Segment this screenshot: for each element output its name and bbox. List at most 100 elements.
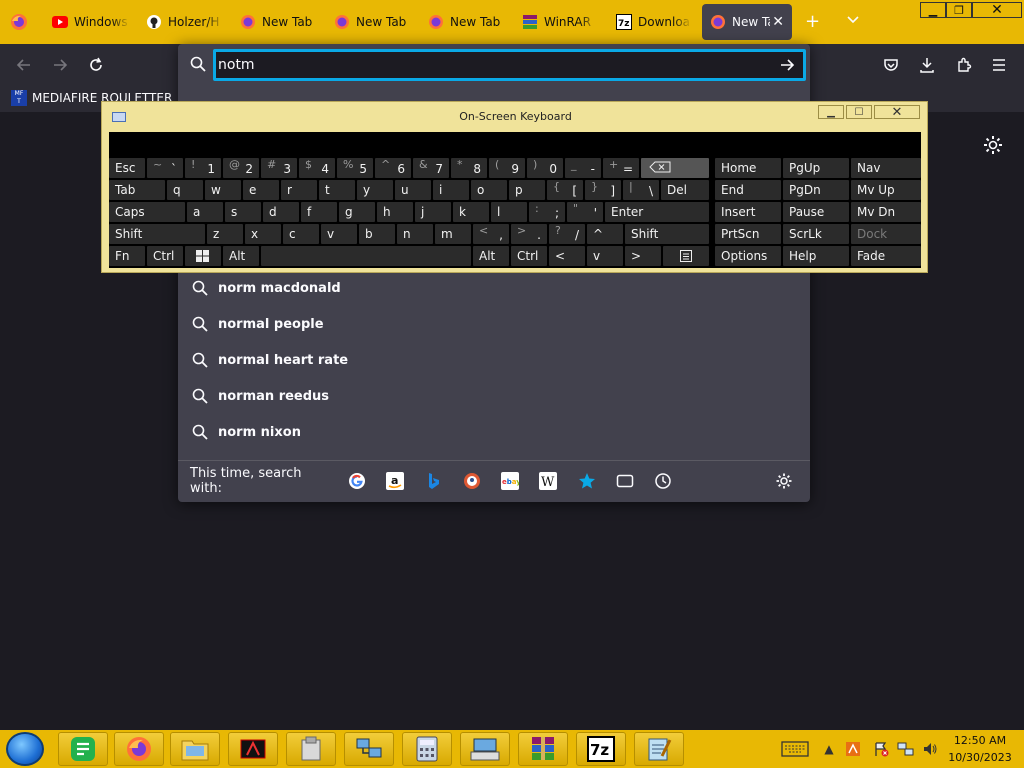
osk-key[interactable]: _ - — [565, 158, 601, 178]
osk-key[interactable]: k — [453, 202, 489, 222]
osk-key[interactable]: g — [339, 202, 375, 222]
forward-arrow-icon[interactable] — [47, 52, 73, 78]
tab[interactable]: WinRAR — [522, 4, 598, 40]
amazon-icon[interactable]: a — [383, 468, 407, 494]
osk-key[interactable]: v — [321, 224, 357, 244]
osk-close-button[interactable]: ✕ — [874, 105, 920, 120]
taskbar-app-keyboard[interactable] — [460, 732, 510, 766]
osk-key[interactable]: @2 — [223, 158, 259, 178]
taskbar-app-archive[interactable] — [286, 732, 336, 766]
osk-key[interactable]: Caps — [109, 202, 185, 222]
osk-key-space[interactable] — [261, 246, 471, 266]
osk-nav-key[interactable]: PrtScn — [715, 224, 781, 244]
osk-nav-key[interactable]: Options — [715, 246, 781, 266]
osk-key[interactable]: ^ 6 — [375, 158, 411, 178]
extensions-icon[interactable] — [951, 52, 977, 78]
pocket-icon[interactable] — [878, 52, 904, 78]
osk-key[interactable]: t — [319, 180, 355, 200]
osk-key[interactable]: b — [359, 224, 395, 244]
taskbar-clock[interactable]: 12:50 AM 10/30/2023 — [940, 732, 1020, 766]
osk-nav-key[interactable]: Nav — [851, 158, 921, 178]
osk-key[interactable]: i — [433, 180, 469, 200]
osk-key[interactable]: :; — [529, 202, 565, 222]
osk-key[interactable]: Alt — [473, 246, 509, 266]
osk-key[interactable]: (9 — [489, 158, 525, 178]
osk-key[interactable]: n — [397, 224, 433, 244]
history-clock-icon[interactable] — [651, 468, 675, 494]
search-settings-gear-icon[interactable] — [772, 468, 796, 494]
volume-speaker-icon[interactable] — [921, 740, 939, 758]
bookmarks-star-icon[interactable] — [574, 468, 598, 494]
new-tab-icon[interactable]: + — [805, 11, 820, 32]
restore-window-button[interactable]: ❐ — [946, 2, 972, 18]
osk-key[interactable]: ^ — [587, 224, 623, 244]
osk-key[interactable]: > — [625, 246, 661, 266]
osk-key[interactable]: j — [415, 202, 451, 222]
back-arrow-icon[interactable] — [11, 52, 37, 78]
urlbar-input[interactable] — [216, 57, 756, 73]
taskbar-app-7zip[interactable]: 7z — [576, 732, 626, 766]
osk-key[interactable]: ~ ` — [147, 158, 183, 178]
close-tab-icon[interactable]: ✕ — [772, 14, 784, 30]
osk-key[interactable]: z — [207, 224, 243, 244]
osk-key[interactable]: ? / — [549, 224, 585, 244]
osk-key[interactable]: Esc — [109, 158, 145, 178]
osk-nav-key[interactable]: ScrLk — [783, 224, 849, 244]
network-status-icon[interactable] — [897, 740, 915, 758]
osk-key[interactable]: | \ — [623, 180, 659, 200]
tab[interactable]: Windows — [52, 4, 130, 40]
osk-nav-key[interactable]: PgDn — [783, 180, 849, 200]
suggestion-row[interactable]: normal heart rate — [178, 342, 810, 378]
osk-key[interactable]: s — [225, 202, 261, 222]
osk-key[interactable]: o — [471, 180, 507, 200]
osk-key[interactable]: " ' — [567, 202, 603, 222]
start-orb-icon[interactable] — [6, 732, 44, 766]
osk-key[interactable]: d — [263, 202, 299, 222]
osk-key[interactable]: {[ — [547, 180, 583, 200]
osk-key[interactable]: l — [491, 202, 527, 222]
osk-minimize-button[interactable]: ▁ — [818, 105, 844, 119]
osk-key[interactable]: Alt — [223, 246, 259, 266]
osk-key[interactable]: >. — [511, 224, 547, 244]
touch-keyboard-icon[interactable] — [780, 740, 810, 758]
show-hidden-icons-icon[interactable]: ▲ — [820, 740, 838, 758]
osk-key[interactable]: ) 0 — [527, 158, 563, 178]
osk-key[interactable]: m — [435, 224, 471, 244]
gear-icon[interactable] — [982, 134, 1004, 156]
osk-key-windows[interactable] — [185, 246, 221, 266]
osk-key[interactable]: Del — [661, 180, 709, 200]
osk-nav-key[interactable]: Help — [783, 246, 849, 266]
suggestion-row[interactable]: norm macdonald — [178, 270, 810, 306]
osk-key[interactable]: c — [283, 224, 319, 244]
osk-key[interactable]: Ctrl — [147, 246, 183, 266]
wikipedia-icon[interactable]: W — [536, 468, 560, 494]
osk-key[interactable]: Ctrl — [511, 246, 547, 266]
osk-nav-key[interactable]: Insert — [715, 202, 781, 222]
suggestion-row[interactable]: norm nixon — [178, 414, 810, 450]
osk-key[interactable]: Fn — [109, 246, 145, 266]
taskbar-app-network[interactable] — [344, 732, 394, 766]
taskbar-app-notes[interactable] — [58, 732, 108, 766]
osk-key[interactable]: u — [395, 180, 431, 200]
osk-key[interactable]: #3 — [261, 158, 297, 178]
osk-key[interactable]: y — [357, 180, 393, 200]
osk-key[interactable]: % 5 — [337, 158, 373, 178]
tab[interactable]: 7z Downloa — [616, 4, 692, 40]
tab-active[interactable]: New Ta ✕ — [702, 4, 792, 40]
osk-key[interactable]: }] — [585, 180, 621, 200]
osk-key[interactable]: v — [587, 246, 623, 266]
taskbar-app-notepad[interactable] — [634, 732, 684, 766]
osk-key[interactable]: & 7 — [413, 158, 449, 178]
suggestion-row[interactable]: norman reedus — [178, 378, 810, 414]
action-center-flag-icon[interactable] — [872, 740, 890, 758]
suggestion-row[interactable]: normal people — [178, 306, 810, 342]
osk-nav-key[interactable]: Fade — [851, 246, 921, 266]
osk-key[interactable]: < — [549, 246, 585, 266]
osk-key[interactable]: $4 — [299, 158, 335, 178]
taskbar-app-winrar[interactable] — [518, 732, 568, 766]
osk-nav-key[interactable]: End — [715, 180, 781, 200]
tray-app-icon[interactable] — [844, 740, 862, 758]
osk-key[interactable]: Shift — [109, 224, 205, 244]
osk-key-backspace[interactable] — [641, 158, 709, 178]
osk-key[interactable]: f — [301, 202, 337, 222]
